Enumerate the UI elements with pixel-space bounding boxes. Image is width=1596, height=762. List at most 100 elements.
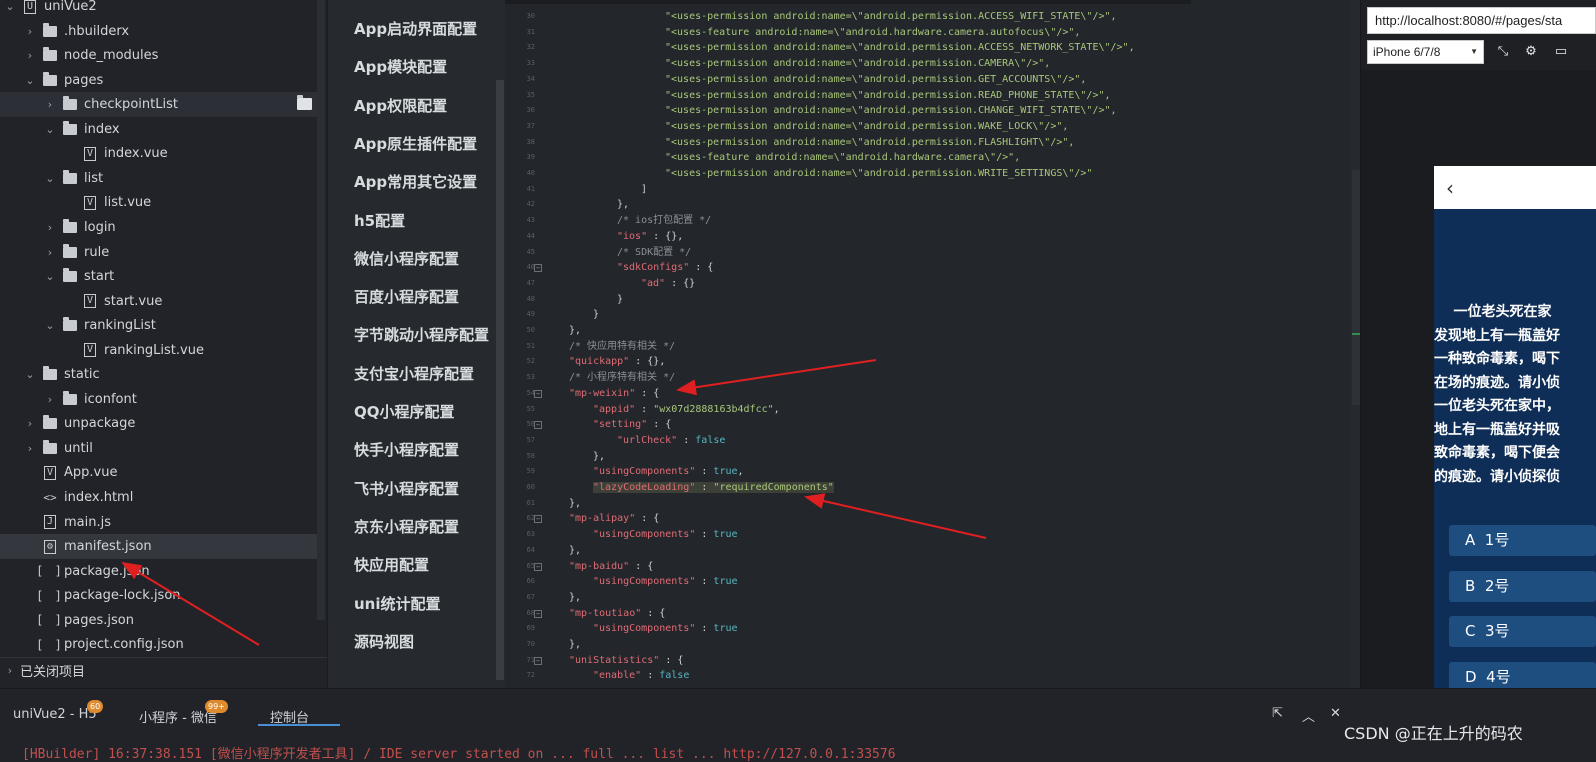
chevron-down-icon[interactable]: ⌄ xyxy=(24,368,36,381)
chevron-down-icon[interactable]: ⌄ xyxy=(44,270,56,283)
code-line[interactable]: "mp-toutiao" : { xyxy=(569,606,665,622)
url-input[interactable]: http://localhost:8080/#/pages/sta xyxy=(1367,7,1596,34)
back-arrow-icon[interactable]: ‹ xyxy=(1446,176,1454,200)
tree-item[interactable]: [ ] package.json xyxy=(0,559,317,584)
code-line[interactable]: "<uses-permission android:name=\"android… xyxy=(665,119,1068,135)
fold-toggle-icon[interactable]: − xyxy=(534,609,542,618)
code-line[interactable]: } xyxy=(617,292,623,308)
chevron-right-icon[interactable]: › xyxy=(44,221,56,234)
settings-menu-item[interactable]: 京东小程序配置 xyxy=(354,516,459,537)
tree-item[interactable]: Vlist.vue xyxy=(0,190,317,215)
code-line[interactable]: }, xyxy=(569,543,581,559)
chevron-down-icon[interactable]: ⌄ xyxy=(44,123,56,136)
chevron-down-icon[interactable]: ⌄ xyxy=(24,74,36,87)
code-line[interactable]: } xyxy=(593,307,599,323)
settings-menu-item[interactable]: App常用其它设置 xyxy=(354,171,477,192)
tree-item[interactable]: [ ] pages.json xyxy=(0,608,317,633)
open-folder-icon[interactable] xyxy=(297,95,313,111)
tree-item[interactable]: › iconfont xyxy=(0,387,317,412)
chevron-right-icon[interactable]: › xyxy=(24,25,36,38)
gear-icon[interactable]: ⚙ xyxy=(1523,44,1539,60)
fold-toggle-icon[interactable]: − xyxy=(534,421,542,430)
code-line[interactable]: "<uses-permission android:name=\"android… xyxy=(665,9,1117,25)
code-line[interactable]: }, xyxy=(569,496,581,512)
code-line[interactable]: "<uses-permission android:name=\"android… xyxy=(665,166,1092,182)
tree-item[interactable]: <> index.html xyxy=(0,485,317,510)
editor-scrollbar-thumb[interactable] xyxy=(1352,170,1360,405)
tree-item[interactable]: › login xyxy=(0,215,317,240)
code-line[interactable]: "usingComponents" : true xyxy=(593,527,738,543)
tab-h5[interactable]: uniVue2 - H5 xyxy=(13,707,97,722)
settings-menu-item[interactable]: 支付宝小程序配置 xyxy=(354,363,474,384)
code-line[interactable]: }, xyxy=(593,449,605,465)
answer-option-button[interactable]: B 2号 xyxy=(1449,570,1596,602)
chevron-right-icon[interactable]: › xyxy=(44,98,56,111)
code-line[interactable]: "<uses-permission android:name=\"android… xyxy=(665,40,1135,56)
tree-item[interactable]: VrankingList.vue xyxy=(0,338,317,363)
code-line[interactable]: }, xyxy=(569,590,581,606)
rotate-icon[interactable]: ⤡ xyxy=(1495,44,1511,60)
code-line[interactable]: "<uses-permission android:name=\"android… xyxy=(665,56,1050,72)
code-line[interactable]: "urlCheck" : false xyxy=(617,433,725,449)
console-icon[interactable]: ▭ xyxy=(1553,44,1569,60)
code-line[interactable]: "<uses-permission android:name=\"android… xyxy=(665,135,1074,151)
code-line[interactable]: "<uses-permission android:name=\"android… xyxy=(665,72,1086,88)
settings-menu-item[interactable]: 字节跳动小程序配置 xyxy=(354,324,489,345)
code-line[interactable]: "usingComponents" : true xyxy=(593,574,738,590)
answer-option-button[interactable]: C 3号 xyxy=(1449,616,1596,648)
tree-item[interactable]: V App.vue xyxy=(0,460,317,485)
code-line[interactable]: ] xyxy=(641,182,647,198)
code-line[interactable]: "mp-alipay" : { xyxy=(569,511,659,527)
tree-item[interactable]: Jmain.js xyxy=(0,510,317,535)
answer-option-button[interactable]: A 1号 xyxy=(1449,525,1596,556)
tree-item[interactable]: ⌄ rankingList xyxy=(0,313,317,338)
code-line[interactable]: }, xyxy=(617,197,629,213)
code-line[interactable]: "setting" : { xyxy=(593,417,671,433)
tree-item[interactable]: › rule xyxy=(0,240,317,265)
chevron-down-icon[interactable]: ⌄ xyxy=(44,319,56,332)
chevron-right-icon[interactable]: › xyxy=(24,442,36,455)
settings-menu-item[interactable]: App原生插件配置 xyxy=(354,133,477,154)
tree-item[interactable]: ⌄ start xyxy=(0,264,317,289)
code-line[interactable]: }, xyxy=(569,637,581,653)
settings-menu-item[interactable]: App启动界面配置 xyxy=(354,18,477,39)
tree-item[interactable]: ⌄ list xyxy=(0,166,317,191)
code-line[interactable]: "enable" : false xyxy=(593,668,689,684)
code-line[interactable]: "<uses-permission android:name=\"android… xyxy=(665,88,1111,104)
tree-item[interactable]: ⌄ static xyxy=(0,362,317,387)
settings-menu-item[interactable]: 飞书小程序配置 xyxy=(354,478,459,499)
chevron-down-icon[interactable]: ⌄ xyxy=(4,0,16,13)
settings-menu-item[interactable]: h5配置 xyxy=(354,210,405,231)
closed-projects-row[interactable]: › 已关闭项目 xyxy=(0,657,327,682)
code-line[interactable]: "lazyCodeLoading" : "requiredComponents" xyxy=(593,480,834,496)
settings-menu-item[interactable]: uni统计配置 xyxy=(354,593,441,614)
explorer-scrollbar[interactable] xyxy=(317,0,325,620)
code-line[interactable]: "uniStatistics" : { xyxy=(569,653,683,669)
settings-menu-item[interactable]: App模块配置 xyxy=(354,56,447,77)
tree-item[interactable]: › checkpointList xyxy=(0,92,317,118)
tree-item[interactable]: › .hbuilderx xyxy=(0,19,317,44)
fold-toggle-icon[interactable]: − xyxy=(534,515,542,524)
tree-item[interactable]: ⚙ manifest.json xyxy=(0,534,317,560)
fold-toggle-icon[interactable]: − xyxy=(534,389,542,398)
device-select[interactable]: iPhone 6/7/8 ▼ xyxy=(1367,40,1484,64)
code-line[interactable]: "mp-weixin" : { xyxy=(569,386,659,402)
chevron-down-icon[interactable]: ⌄ xyxy=(44,172,56,185)
code-line[interactable]: "ios" : {}, xyxy=(617,229,683,245)
settings-menu-item[interactable]: 快应用配置 xyxy=(354,554,429,575)
settings-menu-item[interactable]: 微信小程序配置 xyxy=(354,248,459,269)
tree-item[interactable]: › node_modules xyxy=(0,43,317,68)
open-external-icon[interactable]: ⇱ xyxy=(1272,706,1283,721)
code-line[interactable]: "usingComponents" : true xyxy=(593,621,738,637)
code-line[interactable]: "sdkConfigs" : { xyxy=(617,260,713,276)
tree-item[interactable]: [ ] project.config.json xyxy=(0,632,317,657)
code-line[interactable]: /* ios打包配置 */ xyxy=(617,213,711,229)
tree-item[interactable]: Vindex.vue xyxy=(0,141,317,166)
code-line[interactable]: "<uses-feature android:name=\"android.ha… xyxy=(665,25,1080,41)
code-line[interactable]: "<uses-feature android:name=\"android.ha… xyxy=(665,150,1020,166)
chevron-right-icon[interactable]: › xyxy=(44,393,56,406)
fold-toggle-icon[interactable]: − xyxy=(534,264,542,273)
fold-toggle-icon[interactable]: − xyxy=(534,562,542,571)
settings-menu-item[interactable]: QQ小程序配置 xyxy=(354,401,455,422)
tree-item[interactable]: Vstart.vue xyxy=(0,289,317,314)
